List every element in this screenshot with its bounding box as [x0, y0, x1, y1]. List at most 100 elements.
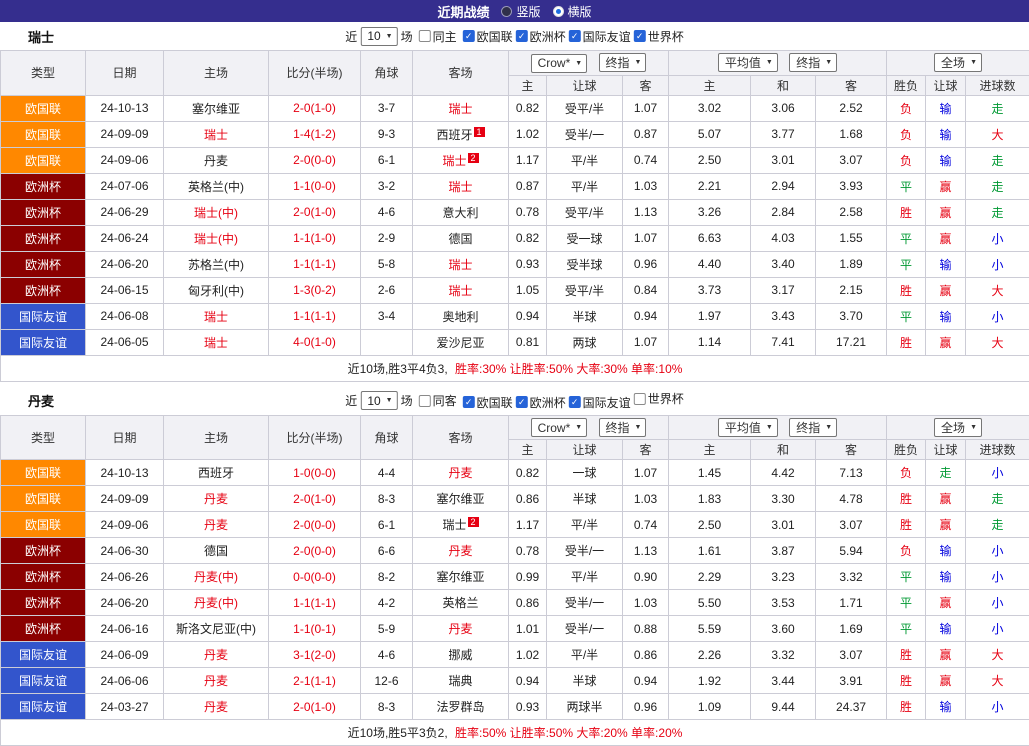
- match-count-select[interactable]: 10▼: [360, 27, 397, 46]
- average-select[interactable]: 平均值▼: [718, 53, 778, 72]
- match-score[interactable]: 1-3(0-2): [269, 277, 361, 303]
- away-team[interactable]: 丹麦: [413, 616, 509, 642]
- match-type-badge[interactable]: 国际友谊: [1, 694, 86, 720]
- match-type-badge[interactable]: 欧国联: [1, 95, 86, 121]
- home-team[interactable]: 丹麦: [164, 486, 269, 512]
- match-type-badge[interactable]: 国际友谊: [1, 668, 86, 694]
- home-team[interactable]: 丹麦: [164, 512, 269, 538]
- league-checkbox-0[interactable]: ✓欧国联: [463, 28, 513, 45]
- match-score[interactable]: 2-0(0-0): [269, 512, 361, 538]
- match-score[interactable]: 1-4(1-2): [269, 121, 361, 147]
- home-team[interactable]: 丹麦: [164, 642, 269, 668]
- home-team[interactable]: 丹麦: [164, 668, 269, 694]
- home-team[interactable]: 德国: [164, 538, 269, 564]
- home-team[interactable]: 丹麦(中): [164, 564, 269, 590]
- final-odds-select[interactable]: 终指▼: [599, 53, 647, 72]
- match-type-badge[interactable]: 欧洲杯: [1, 173, 86, 199]
- match-type-badge[interactable]: 欧洲杯: [1, 616, 86, 642]
- away-team[interactable]: 瑞士2: [413, 147, 509, 173]
- match-type-badge[interactable]: 国际友谊: [1, 303, 86, 329]
- layout-radio-horizontal[interactable]: 横版: [553, 3, 592, 20]
- match-score[interactable]: 1-1(1-1): [269, 303, 361, 329]
- away-team[interactable]: 丹麦: [413, 460, 509, 486]
- match-type-badge[interactable]: 欧洲杯: [1, 199, 86, 225]
- away-team[interactable]: 瑞士: [413, 95, 509, 121]
- match-score[interactable]: 2-0(1-0): [269, 486, 361, 512]
- home-team[interactable]: 瑞士: [164, 303, 269, 329]
- match-score[interactable]: 3-1(2-0): [269, 642, 361, 668]
- away-team[interactable]: 法罗群岛: [413, 694, 509, 720]
- match-score[interactable]: 1-1(0-0): [269, 173, 361, 199]
- match-score[interactable]: 2-0(0-0): [269, 147, 361, 173]
- match-type-badge[interactable]: 欧国联: [1, 147, 86, 173]
- league-checkbox-1[interactable]: ✓欧洲杯: [516, 394, 566, 411]
- away-team[interactable]: 英格兰: [413, 590, 509, 616]
- away-team[interactable]: 瑞士: [413, 251, 509, 277]
- home-team[interactable]: 苏格兰(中): [164, 251, 269, 277]
- away-team[interactable]: 丹麦: [413, 538, 509, 564]
- league-checkbox-2[interactable]: ✓国际友谊: [569, 394, 631, 411]
- match-score[interactable]: 1-1(1-0): [269, 225, 361, 251]
- home-team[interactable]: 瑞士(中): [164, 225, 269, 251]
- league-checkbox-0[interactable]: ✓欧国联: [463, 394, 513, 411]
- match-type-badge[interactable]: 欧国联: [1, 460, 86, 486]
- home-team[interactable]: 塞尔维亚: [164, 95, 269, 121]
- away-team[interactable]: 塞尔维亚: [413, 486, 509, 512]
- match-score[interactable]: 2-0(1-0): [269, 694, 361, 720]
- away-team[interactable]: 西班牙1: [413, 121, 509, 147]
- home-team[interactable]: 瑞士(中): [164, 199, 269, 225]
- match-score[interactable]: 0-0(0-0): [269, 564, 361, 590]
- home-team[interactable]: 丹麦: [164, 694, 269, 720]
- away-team[interactable]: 德国: [413, 225, 509, 251]
- league-checkbox-3[interactable]: 世界杯: [634, 390, 684, 407]
- home-team[interactable]: 匈牙利(中): [164, 277, 269, 303]
- home-team[interactable]: 斯洛文尼亚(中): [164, 616, 269, 642]
- away-team[interactable]: 瑞士2: [413, 512, 509, 538]
- league-checkbox-3[interactable]: ✓世界杯: [634, 28, 684, 45]
- away-team[interactable]: 爱沙尼亚: [413, 329, 509, 355]
- average-select[interactable]: 平均值▼: [718, 418, 778, 437]
- match-type-badge[interactable]: 欧国联: [1, 121, 86, 147]
- away-team[interactable]: 挪威: [413, 642, 509, 668]
- match-type-badge[interactable]: 欧洲杯: [1, 225, 86, 251]
- match-score[interactable]: 2-0(1-0): [269, 95, 361, 121]
- final-odds-select[interactable]: 终指▼: [599, 418, 647, 437]
- match-score[interactable]: 2-0(0-0): [269, 538, 361, 564]
- match-type-badge[interactable]: 欧洲杯: [1, 564, 86, 590]
- match-type-badge[interactable]: 欧洲杯: [1, 251, 86, 277]
- match-type-badge[interactable]: 欧国联: [1, 486, 86, 512]
- away-team[interactable]: 塞尔维亚: [413, 564, 509, 590]
- home-team[interactable]: 丹麦: [164, 147, 269, 173]
- match-count-select[interactable]: 10▼: [360, 391, 397, 410]
- match-type-badge[interactable]: 国际友谊: [1, 329, 86, 355]
- home-team[interactable]: 西班牙: [164, 460, 269, 486]
- away-team[interactable]: 瑞士: [413, 277, 509, 303]
- match-score[interactable]: 1-1(0-1): [269, 616, 361, 642]
- match-score[interactable]: 1-1(1-1): [269, 251, 361, 277]
- same-venue-checkbox[interactable]: 同主: [419, 28, 457, 45]
- match-score[interactable]: 2-0(1-0): [269, 199, 361, 225]
- match-type-badge[interactable]: 国际友谊: [1, 642, 86, 668]
- match-type-badge[interactable]: 欧洲杯: [1, 590, 86, 616]
- home-team[interactable]: 丹麦(中): [164, 590, 269, 616]
- match-type-badge[interactable]: 欧洲杯: [1, 277, 86, 303]
- final-odds-select-2[interactable]: 终指▼: [789, 53, 837, 72]
- away-team[interactable]: 意大利: [413, 199, 509, 225]
- scope-select[interactable]: 全场▼: [934, 418, 982, 437]
- match-score[interactable]: 2-1(1-1): [269, 668, 361, 694]
- match-type-badge[interactable]: 欧国联: [1, 512, 86, 538]
- match-score[interactable]: 1-0(0-0): [269, 460, 361, 486]
- home-team[interactable]: 瑞士: [164, 121, 269, 147]
- scope-select[interactable]: 全场▼: [934, 53, 982, 72]
- league-checkbox-2[interactable]: ✓国际友谊: [569, 28, 631, 45]
- match-score[interactable]: 1-1(1-1): [269, 590, 361, 616]
- home-team[interactable]: 瑞士: [164, 329, 269, 355]
- match-score[interactable]: 4-0(1-0): [269, 329, 361, 355]
- final-odds-select-2[interactable]: 终指▼: [789, 418, 837, 437]
- league-checkbox-1[interactable]: ✓欧洲杯: [516, 28, 566, 45]
- match-type-badge[interactable]: 欧洲杯: [1, 538, 86, 564]
- away-team[interactable]: 瑞典: [413, 668, 509, 694]
- bookmaker-select[interactable]: Crow*▼: [531, 54, 588, 73]
- home-team[interactable]: 英格兰(中): [164, 173, 269, 199]
- away-team[interactable]: 奥地利: [413, 303, 509, 329]
